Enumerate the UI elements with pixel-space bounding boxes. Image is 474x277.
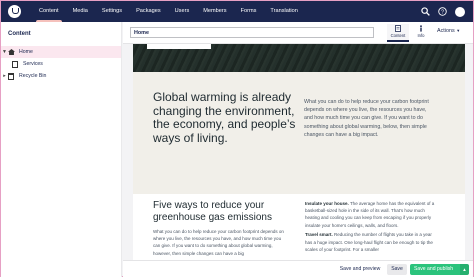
save-and-publish-button[interactable]: Save and publish	[410, 264, 460, 275]
help-icon[interactable]: ?	[438, 7, 447, 16]
save-button[interactable]: Save	[387, 264, 407, 275]
save-and-preview-button[interactable]: Save and preview	[337, 264, 383, 275]
tree-item-services[interactable]: Services	[1, 58, 121, 70]
actions-button[interactable]: Actions ▼	[437, 28, 460, 34]
tip-item: Travel smart. Reducing the number of fli…	[305, 231, 437, 253]
editor-header: Content Info Actions ▼	[123, 22, 473, 44]
nav-members[interactable]: Members	[196, 1, 233, 22]
content-preview: Global warming is already changing the e…	[133, 44, 465, 260]
search-icon[interactable]	[421, 7, 430, 16]
tree-item-home[interactable]: ▼ Home	[1, 46, 121, 58]
nav-packages[interactable]: Packages	[129, 1, 168, 22]
tip-title: Insulate your house.	[305, 201, 349, 206]
hero-image	[133, 44, 465, 72]
tree-item-label: Services	[23, 61, 43, 67]
top-right-icons: ?	[421, 1, 465, 22]
tree-item-label: Home	[19, 49, 33, 55]
main-nav: Content Media Settings Packages Users Me…	[32, 1, 305, 22]
info-app-label: Info	[417, 33, 425, 38]
user-avatar-icon[interactable]	[455, 6, 465, 17]
umbraco-logo-icon[interactable]	[8, 5, 21, 18]
nav-users[interactable]: Users	[168, 1, 197, 22]
tips-column: Insulate your house. The average home ha…	[305, 200, 437, 255]
content-app-button[interactable]: Content	[387, 24, 409, 42]
quote-heading: Global warming is already changing the e…	[153, 90, 296, 145]
section-body: What you can do to help reduce your carb…	[153, 229, 284, 256]
hero-tab	[147, 44, 211, 49]
info-app-button[interactable]: Info	[410, 24, 432, 42]
tree-item-recycle-bin[interactable]: ▸ Recycle Bin	[1, 70, 121, 82]
chevron-down-icon[interactable]: ▼	[1, 49, 8, 55]
editor-footer: Save and preview Save Save and publish ▲	[123, 260, 473, 277]
info-icon	[420, 25, 422, 32]
nav-settings[interactable]: Settings	[95, 1, 129, 22]
home-icon	[8, 49, 15, 55]
quote-section: Global warming is already changing the e…	[133, 72, 465, 194]
nav-media[interactable]: Media	[66, 1, 95, 22]
publish-options-chevron-icon[interactable]: ▲	[460, 264, 469, 275]
section-title: Five ways to reduce your greenhouse gas …	[153, 200, 272, 223]
document-icon	[12, 60, 18, 68]
content-app-label: Content	[390, 33, 406, 38]
recycle-bin-icon	[8, 72, 14, 80]
document-icon	[395, 25, 401, 32]
tip-item: Insulate your house. The average home ha…	[305, 200, 437, 229]
sidebar-title: Content	[8, 31, 31, 37]
chevron-right-icon[interactable]: ▸	[1, 73, 8, 79]
quote-text: What you can do to help reduce your carb…	[304, 99, 429, 138]
tree-item-label: Recycle Bin	[19, 73, 47, 79]
nav-forms[interactable]: Forms	[234, 1, 264, 22]
nav-content[interactable]: Content	[32, 1, 66, 22]
content-tree-sidebar: Content ▼ Home Services ▸ Recycle Bin	[1, 22, 122, 277]
chevron-down-icon: ▼	[456, 28, 461, 33]
svg-text:?: ?	[441, 10, 444, 16]
node-name-input[interactable]	[130, 27, 374, 38]
actions-label: Actions	[437, 28, 455, 34]
top-navigation-bar: Content Media Settings Packages Users Me…	[1, 1, 473, 22]
tip-title: Travel smart.	[305, 232, 333, 238]
nav-translation[interactable]: Translation	[263, 1, 304, 22]
